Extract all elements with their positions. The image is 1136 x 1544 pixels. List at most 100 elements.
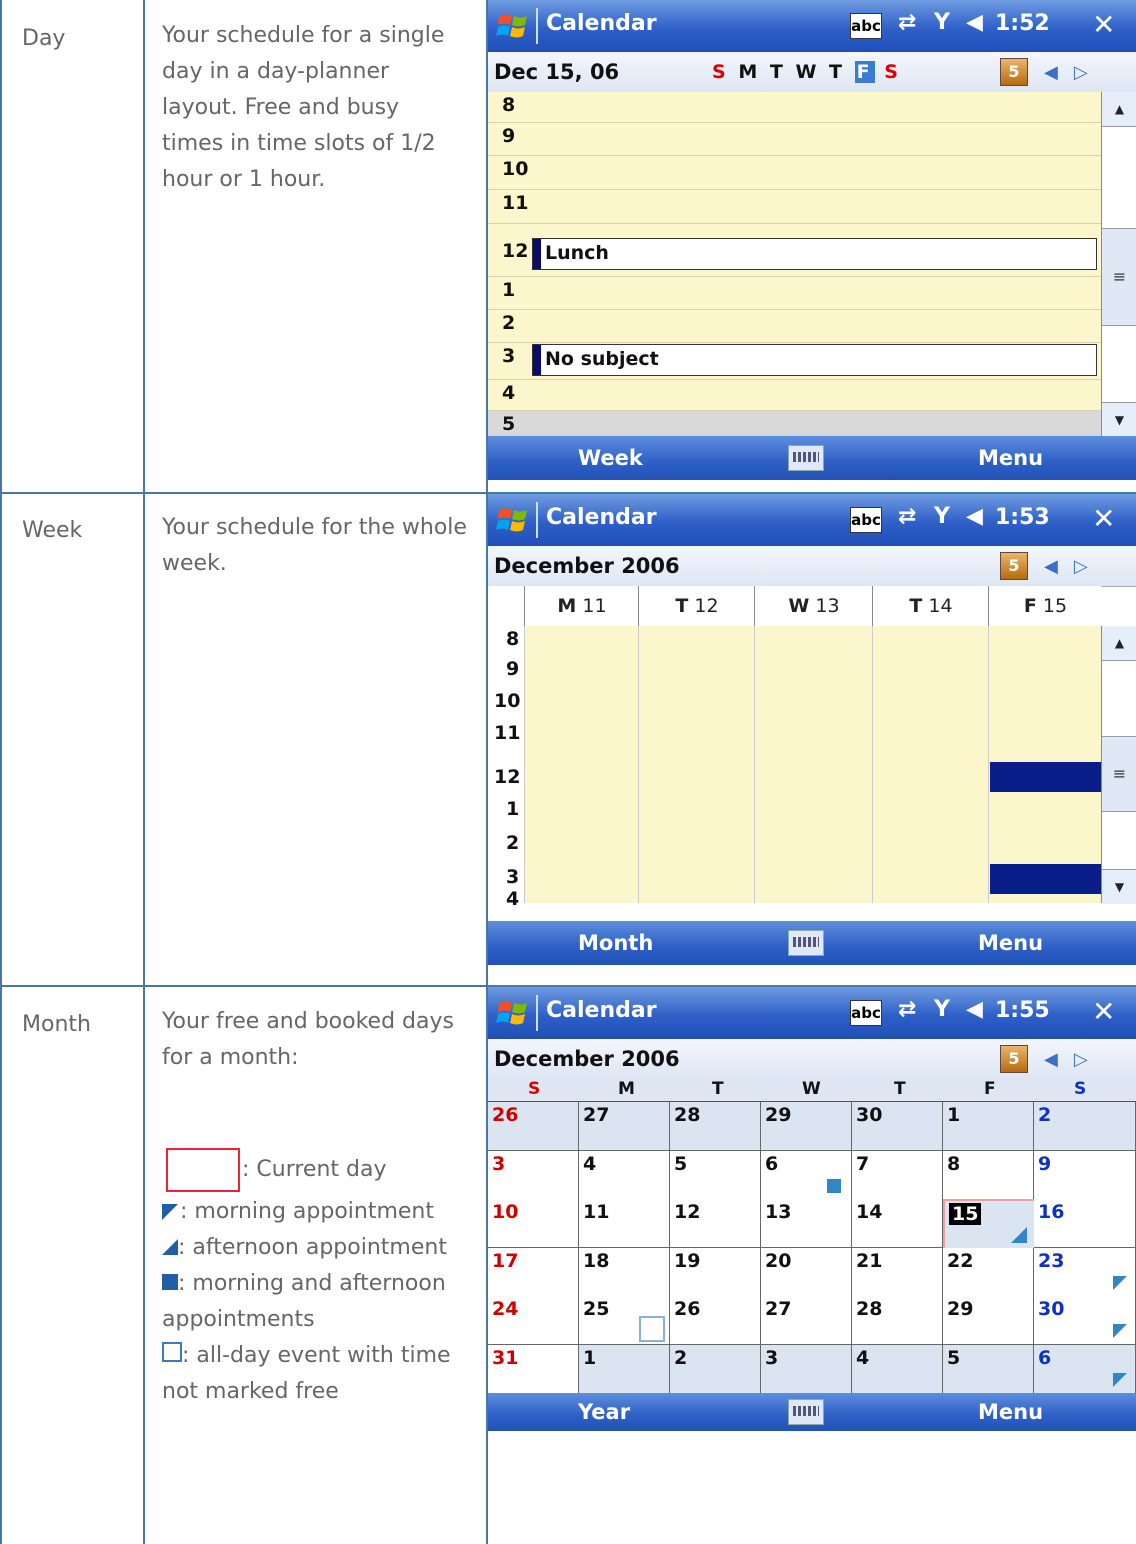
close-icon[interactable]: ✕ (1092, 8, 1115, 41)
hour-row[interactable]: 12 Lunch (488, 224, 1101, 277)
day-letter[interactable]: M (738, 61, 760, 83)
month-day-cell[interactable]: 23 (1034, 1247, 1136, 1297)
week-softkey[interactable]: Week (578, 446, 643, 470)
appointment-block[interactable] (990, 762, 1101, 792)
month-day-cell[interactable]: 27 (761, 1296, 852, 1345)
volume-icon[interactable]: ◀ (966, 10, 983, 35)
month-day-cell[interactable]: 20 (761, 1247, 852, 1297)
week-day-column[interactable] (524, 626, 639, 903)
month-day-cell[interactable]: 31 (488, 1344, 579, 1394)
menu-softkey[interactable]: Menu (978, 446, 1043, 470)
previous-arrow-icon[interactable]: ◀ (1044, 62, 1058, 83)
month-day-cell[interactable]: 11 (579, 1199, 670, 1248)
month-day-cell[interactable]: 2 (670, 1344, 761, 1394)
month-day-cell[interactable]: 18 (579, 1247, 670, 1297)
day-letter[interactable]: S (712, 61, 729, 83)
month-day-cell[interactable]: 5 (670, 1150, 761, 1200)
windows-start-icon[interactable] (496, 997, 530, 1029)
month-day-cell[interactable]: 16 (1034, 1199, 1136, 1248)
hour-row[interactable]: 10 (488, 156, 1101, 190)
hour-row[interactable]: 8 (488, 92, 1101, 123)
month-day-cell[interactable]: 26 (488, 1102, 579, 1151)
day-letter[interactable]: W (795, 61, 819, 83)
month-day-cell[interactable]: 1 (579, 1344, 670, 1394)
month-day-cell[interactable]: 4 (579, 1150, 670, 1200)
month-day-cell[interactable]: 8 (943, 1150, 1034, 1200)
week-day-column[interactable] (754, 626, 873, 903)
month-day-cell[interactable]: 14 (852, 1199, 943, 1248)
scrollbar[interactable]: ▲ ≡ ▼ (1101, 626, 1136, 904)
week-column-header[interactable]: F 15 (988, 586, 1102, 626)
previous-arrow-icon[interactable]: ◀ (1044, 556, 1058, 577)
hour-row[interactable]: 1 (488, 277, 1101, 310)
week-column-header[interactable]: T 14 (872, 586, 989, 626)
appointment-block[interactable] (990, 864, 1101, 894)
month-day-cell[interactable]: 30 (852, 1102, 943, 1151)
volume-icon[interactable]: ◀ (966, 997, 983, 1022)
month-day-cell[interactable]: 28 (852, 1296, 943, 1345)
keyboard-icon[interactable] (788, 445, 824, 471)
month-day-cell[interactable]: 24 (488, 1296, 579, 1345)
hour-row[interactable]: 5 (488, 411, 1101, 436)
month-day-cell[interactable]: 25 (579, 1296, 670, 1345)
connectivity-icon[interactable]: ⇄ (898, 997, 916, 1022)
month-day-cell[interactable]: 21 (852, 1247, 943, 1297)
week-column-header[interactable]: W 13 (754, 586, 873, 626)
windows-start-icon[interactable] (496, 10, 530, 42)
signal-icon[interactable]: Y (934, 10, 950, 35)
clock[interactable]: 1:53 (995, 505, 1050, 530)
volume-icon[interactable]: ◀ (966, 504, 983, 529)
month-day-cell[interactable]: 2 (1034, 1102, 1136, 1151)
keyboard-icon[interactable] (788, 1399, 824, 1425)
signal-icon[interactable]: Y (934, 504, 950, 529)
month-day-cell[interactable]: 30 (1034, 1296, 1136, 1345)
week-column-header[interactable]: T 12 (638, 586, 755, 626)
close-icon[interactable]: ✕ (1092, 995, 1115, 1028)
month-softkey[interactable]: Month (578, 931, 653, 955)
signal-icon[interactable]: Y (934, 997, 950, 1022)
today-icon[interactable]: 5 (1000, 1045, 1028, 1073)
next-arrow-icon[interactable]: ▷ (1074, 62, 1088, 83)
menu-softkey[interactable]: Menu (978, 1400, 1043, 1424)
scroll-thumb[interactable]: ≡ (1102, 736, 1136, 812)
hour-row[interactable]: 4 (488, 380, 1101, 411)
month-day-cell[interactable]: 22 (943, 1247, 1034, 1297)
day-letter[interactable]: T (770, 61, 786, 83)
current-day-cell[interactable]: 15 (943, 1199, 1037, 1251)
menu-softkey[interactable]: Menu (978, 931, 1043, 955)
connectivity-icon[interactable]: ⇄ (898, 10, 916, 35)
hour-row[interactable]: 11 (488, 190, 1101, 224)
connectivity-icon[interactable]: ⇄ (898, 504, 916, 529)
keyboard-icon[interactable] (788, 930, 824, 956)
month-day-cell[interactable]: 1 (943, 1102, 1034, 1151)
input-mode-icon[interactable]: abc (850, 1000, 882, 1026)
month-day-cell[interactable]: 6 (1034, 1344, 1136, 1394)
month-day-cell[interactable]: 7 (852, 1150, 943, 1200)
close-icon[interactable]: ✕ (1092, 502, 1115, 535)
scroll-up-icon[interactable]: ▲ (1102, 626, 1136, 661)
month-day-cell[interactable]: 29 (943, 1296, 1034, 1345)
month-day-cell[interactable]: 17 (488, 1247, 579, 1297)
day-letter-selected[interactable]: F (854, 61, 875, 83)
clock[interactable]: 1:52 (995, 11, 1050, 36)
month-day-cell[interactable]: 12 (670, 1199, 761, 1248)
scroll-thumb[interactable]: ≡ (1102, 228, 1136, 326)
month-day-cell[interactable]: 13 (761, 1199, 852, 1248)
month-day-cell[interactable]: 10 (488, 1199, 579, 1248)
scroll-up-icon[interactable]: ▲ (1102, 92, 1136, 127)
month-day-cell[interactable]: 9 (1034, 1150, 1136, 1200)
week-day-column[interactable] (638, 626, 755, 903)
week-day-column[interactable] (872, 626, 989, 903)
month-day-cell[interactable]: 4 (852, 1344, 943, 1394)
day-letter[interactable]: T (829, 61, 845, 83)
clock[interactable]: 1:55 (995, 998, 1050, 1023)
month-day-cell[interactable]: 3 (488, 1150, 579, 1200)
next-arrow-icon[interactable]: ▷ (1074, 1049, 1088, 1070)
today-icon[interactable]: 5 (1000, 552, 1028, 580)
today-icon[interactable]: 5 (1000, 58, 1028, 86)
next-arrow-icon[interactable]: ▷ (1074, 556, 1088, 577)
year-softkey[interactable]: Year (578, 1400, 630, 1424)
month-day-cell[interactable]: 29 (761, 1102, 852, 1151)
month-day-cell[interactable]: 19 (670, 1247, 761, 1297)
week-column-header[interactable]: M 11 (524, 586, 639, 626)
